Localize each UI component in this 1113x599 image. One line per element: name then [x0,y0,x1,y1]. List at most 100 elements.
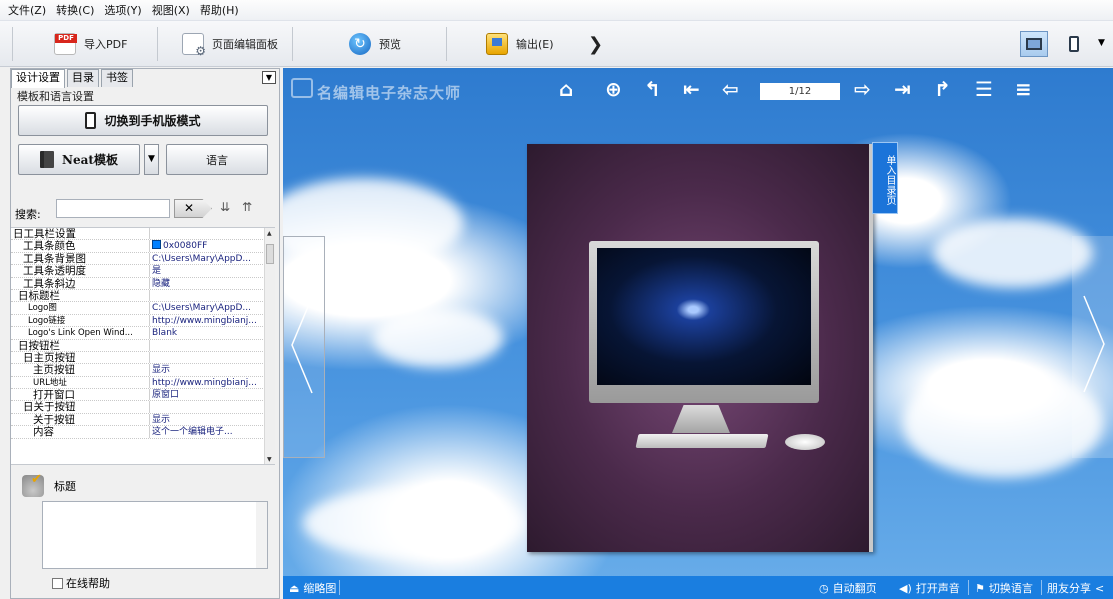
property-row[interactable]: 日主页按钮 [11,351,275,365]
property-row[interactable]: 主页按钮 显示 [11,364,275,377]
autoflip-button[interactable]: ◷ 自动翻页 [819,580,877,596]
search-input[interactable] [56,199,170,218]
property-row[interactable]: 工具条颜色 0x0080FF [11,240,275,253]
language-switch-label: 切换语言 [988,582,1033,595]
property-value[interactable]: Blank [150,327,262,338]
previous-page-arrow[interactable] [283,236,325,458]
property-key: 工具条斜边 [11,277,150,289]
more-menu-icon[interactable]: ≡ [1015,79,1032,99]
property-row[interactable]: 工具条背景图 C:\Users\Mary\AppD... [11,252,275,266]
property-row[interactable]: 关于按钮 显示 [11,413,275,427]
clear-search-button[interactable]: ✕ [174,199,212,218]
book-page[interactable] [527,144,873,552]
sort-down-icon[interactable]: ⇊ [220,200,230,214]
first-page-icon[interactable]: ⇤ [683,79,700,99]
autoflip-label: 自动翻页 [832,582,877,595]
sort-up-icon[interactable]: ⇈ [242,200,252,214]
menu-convert[interactable]: 转换(C) [52,2,100,18]
last-page-icon[interactable]: ⇥ [894,79,911,99]
next-page-arrow[interactable] [1072,236,1113,458]
property-row[interactable]: 日按钮栏 [11,339,275,352]
property-value[interactable] [150,340,262,351]
menu-file[interactable]: 文件(Z) [4,2,52,18]
switch-mobile-button[interactable]: 切换到手机版模式 [18,105,268,136]
tab-bookmarks[interactable]: 书签 [101,69,133,87]
property-value[interactable]: 这个一个编辑电子... [150,426,262,437]
checkbox[interactable] [52,577,63,589]
property-key: 关于按钮 [11,413,150,426]
property-value[interactable] [150,352,262,363]
property-value[interactable]: C:\Users\Mary\AppD... [150,253,262,264]
property-value[interactable]: C:\Users\Mary\AppD... [150,302,262,313]
phone-view-button[interactable] [1060,31,1088,57]
tab-design-settings[interactable]: 设计设置 [11,69,65,88]
property-row[interactable]: Logo链接 http://www.mingbianj... [11,314,275,328]
bottom-separator [968,580,969,595]
property-value[interactable] [150,401,262,412]
title-textarea[interactable] [42,501,268,569]
zoom-in-icon[interactable]: ⊕ [605,79,622,99]
share-button[interactable]: 朋友分享 < [1047,580,1104,596]
property-value[interactable]: 是 [150,265,262,276]
property-row[interactable]: Logo's Link Open Wind... Blank [11,327,275,340]
menu-bar: 文件(Z) 转换(C) 选项(Y) 视图(X) 帮助(H) [0,0,1113,21]
property-row[interactable]: 打开窗口 原窗口 [11,389,275,402]
property-value[interactable]: 隐藏 [150,278,262,289]
language-switch-button[interactable]: ⚑ 切换语言 [975,580,1033,596]
language-button[interactable]: 语言 [166,144,268,175]
redo-icon[interactable]: ↱ [934,79,951,99]
color-swatch [152,240,161,250]
panel-dropdown-button[interactable]: ▼ [262,71,276,84]
bottom-separator [1041,580,1042,595]
property-value[interactable] [150,228,262,239]
page-number-input[interactable] [760,83,840,100]
property-value[interactable] [150,290,262,301]
tab-toc[interactable]: 目录 [67,69,99,87]
logo-icon[interactable] [291,78,313,98]
desktop-view-button[interactable] [1020,31,1048,57]
property-row[interactable]: URL地址 http://www.mingbianj... [11,376,275,390]
scrollbar-thumb[interactable] [266,244,274,264]
property-value[interactable]: 原窗口 [150,389,262,400]
template-button[interactable]: Neat模板 [18,144,140,175]
output-icon [486,33,508,55]
menu-options[interactable]: 选项(Y) [100,2,147,18]
home-icon[interactable]: ⌂ [559,79,573,99]
page-editor-icon [182,33,206,58]
property-row[interactable]: 工具条斜边 隐藏 [11,277,275,290]
property-row[interactable]: 日标题栏 [11,289,275,303]
scroll-down-icon[interactable]: ▼ [267,456,272,463]
property-value[interactable]: 0x0080FF [150,240,262,251]
property-row[interactable]: 工具条透明度是 [11,265,275,278]
title-scrollbar[interactable] [256,502,267,568]
page-editor-button[interactable]: 页面编辑面板 [182,27,278,61]
property-scrollbar[interactable]: ▲ ▼ [264,228,275,464]
more-button[interactable]: ❯ [588,27,603,61]
scroll-up-icon[interactable]: ▲ [267,230,272,237]
thumbnails-button[interactable]: ⏏ 缩略图 [289,580,336,596]
previous-page-icon[interactable]: ⇦ [722,79,739,99]
preview-button[interactable]: ↻ 预览 [349,27,401,61]
sound-button[interactable]: ◀) 打开声音 [899,580,960,596]
menu-view[interactable]: 视图(X) [148,2,196,18]
template-label: Neat模板 [62,153,118,167]
online-help-checkbox[interactable]: 在线帮助 [52,575,110,591]
next-page-icon[interactable]: ⇨ [854,79,871,99]
import-pdf-button[interactable]: 导入PDF [54,27,127,61]
template-dropdown-button[interactable]: ▼ [144,144,159,175]
output-button[interactable]: 输出(E) [486,27,554,61]
undo-icon[interactable]: ↰ [644,79,661,99]
property-value[interactable]: http://www.mingbianj... [150,315,262,326]
property-row[interactable]: 内容 这个一个编辑电子... [11,426,275,439]
view-dropdown-icon[interactable]: ▼ [1098,38,1105,48]
property-value[interactable]: http://www.mingbianj... [150,377,262,388]
property-row[interactable]: 日关于按钮 [11,401,275,414]
property-key: URL地址 [11,376,150,389]
property-value[interactable]: 显示 [150,364,262,375]
toc-tab[interactable]: 单入目录页 [872,142,898,214]
property-value[interactable]: 显示 [150,414,262,425]
property-row[interactable]: 日工具栏设置 [11,228,275,241]
menu-help[interactable]: 帮助(H) [196,2,245,18]
property-row[interactable]: Logo图 C:\Users\Mary\AppD... [11,302,275,315]
table-of-contents-icon[interactable]: ☰ [975,79,993,99]
